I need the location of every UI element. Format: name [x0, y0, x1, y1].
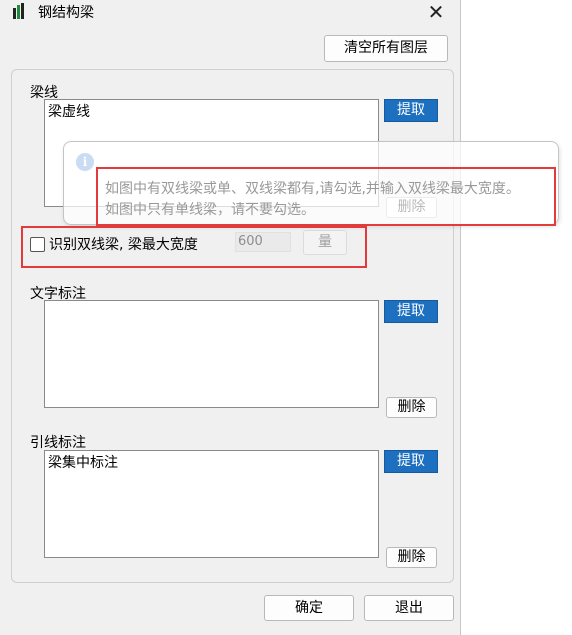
leader-annotation-pick-button[interactable]: 提取: [384, 450, 438, 473]
text-annotation-list[interactable]: [44, 300, 379, 408]
tooltip-line-1: 如图中有双线梁或单、双线梁都有,请勾选,并输入双线梁最大宽度。: [105, 181, 520, 197]
list-item[interactable]: 梁集中标注: [48, 452, 375, 472]
close-icon: ✕: [427, 0, 445, 24]
leader-annotation-delete-button[interactable]: 删除: [386, 547, 437, 568]
app-icon: [13, 3, 24, 19]
measure-button[interactable]: 量: [303, 230, 347, 255]
ok-button[interactable]: 确定: [264, 595, 354, 621]
text-annotation-pick-button[interactable]: 提取: [384, 300, 438, 323]
double-beam-checkbox[interactable]: [30, 237, 45, 252]
exit-button[interactable]: 退出: [364, 595, 454, 621]
close-button[interactable]: ✕: [421, 0, 451, 24]
leader-annotation-list[interactable]: 梁集中标注: [44, 450, 379, 558]
window-title: 钢结构梁: [38, 5, 94, 21]
beam-lines-pick-button[interactable]: 提取: [384, 99, 438, 122]
list-item[interactable]: 梁虚线: [48, 101, 375, 121]
beam-width-input[interactable]: 600: [235, 232, 291, 252]
clear-all-layers-button[interactable]: 清空所有图层: [324, 35, 448, 62]
double-beam-label: 识别双线梁, 梁最大宽度: [49, 237, 198, 253]
text-annotation-delete-button[interactable]: 删除: [386, 397, 437, 418]
dialog: 钢结构梁 ✕ 清空所有图层 梁线 梁虚线 提取 删除 识别双线梁, 梁最大宽度 …: [0, 0, 461, 635]
info-icon: i: [76, 153, 94, 171]
title-bar: 钢结构梁 ✕: [0, 0, 460, 24]
leader-annotation-label: 引线标注: [30, 435, 86, 451]
tooltip-line-2: 如图中只有单线梁，请不要勾选。: [105, 202, 315, 218]
